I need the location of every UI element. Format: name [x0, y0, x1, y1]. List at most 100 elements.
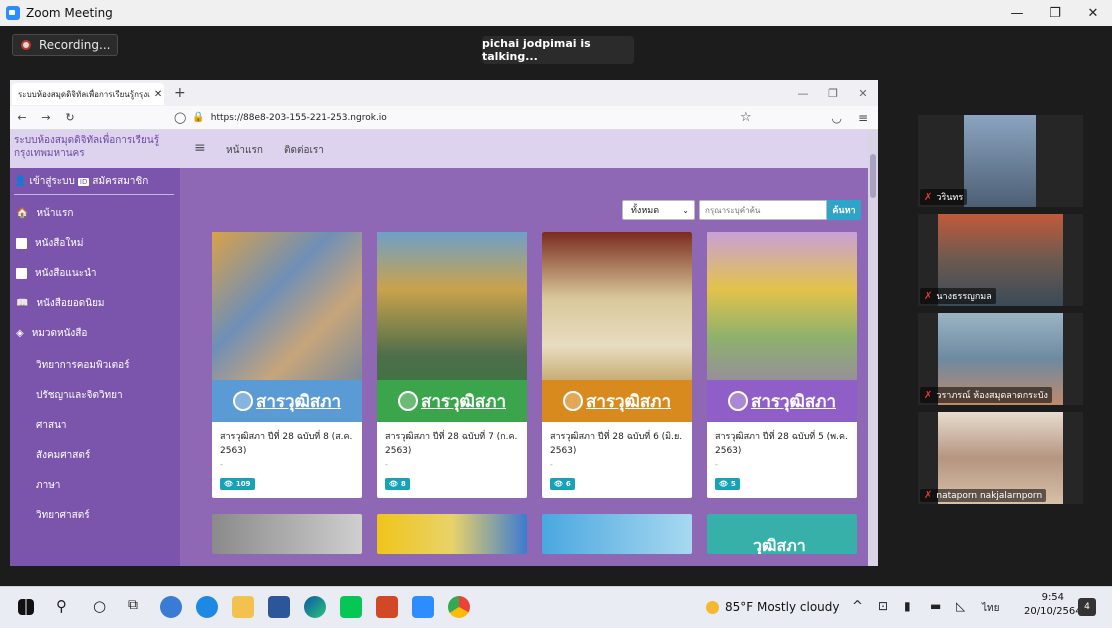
book-card[interactable]: สารวุฒิสภา สารวุฒิสภา ปีที่ 28 ฉบับที่ 8…	[212, 232, 362, 498]
clock-date: 20/10/2564	[1024, 606, 1082, 617]
book-title[interactable]: สารวุฒิสภา ปีที่ 28 ฉบับที่ 6 (มิ.ย. 256…	[550, 430, 688, 458]
book-title[interactable]: สารวุฒิสภา ปีที่ 28 ฉบับที่ 8 (ส.ค. 2563…	[220, 430, 358, 458]
participant-tile[interactable]: ✗ วรินทร	[918, 115, 1083, 207]
cortana-icon[interactable]: ○	[93, 597, 106, 615]
chrome-icon[interactable]	[448, 596, 470, 618]
restore-icon[interactable]: ❐	[1036, 0, 1074, 26]
book-card[interactable]: สารวุฒิสภา สารวุฒิสภา ปีที่ 28 ฉบับที่ 5…	[707, 232, 857, 498]
search-icon[interactable]: ⚲	[56, 597, 67, 615]
recording-label: Recording...	[39, 38, 111, 52]
browser-close-icon[interactable]: ✕	[848, 80, 878, 106]
network-icon[interactable]: ▬	[930, 599, 941, 613]
pocket-icon[interactable]: ◡	[831, 111, 841, 125]
sidebar-item-label: หนังสือยอดนิยม	[36, 298, 105, 309]
line-icon[interactable]	[340, 596, 362, 618]
participant-tile[interactable]: ✗ วราภรณ์ ห้องสมุดลาดกระบัง	[918, 313, 1083, 405]
active-speaker-banner: pichai jodpimai is talking...	[482, 36, 634, 64]
nav-contact-link[interactable]: ติดต่อเรา	[284, 143, 324, 158]
chevron-up-icon[interactable]: ^	[852, 599, 863, 614]
tray-app-icon[interactable]: ⊡	[878, 599, 888, 613]
microphone-icon[interactable]: ▮	[904, 599, 911, 613]
eye-icon: 👁	[224, 480, 233, 488]
new-tab-button[interactable]: +	[174, 85, 186, 101]
hamburger-menu-icon[interactable]: ≡	[858, 111, 868, 125]
muted-mic-icon: ✗	[924, 389, 933, 401]
category-social-science[interactable]: สังคมศาสตร์	[36, 448, 90, 463]
search-input[interactable]	[699, 200, 827, 220]
bookmark-star-icon[interactable]: ☆	[740, 110, 752, 125]
shield-icon[interactable]: ◯	[174, 111, 186, 124]
forward-icon[interactable]: →	[34, 111, 58, 124]
cover-brand-band: สารวุฒิสภา	[542, 380, 692, 422]
scrollbar-thumb[interactable]	[870, 154, 876, 198]
view-count-badge: 👁 8	[385, 478, 410, 490]
reload-icon[interactable]: ↻	[58, 111, 82, 124]
sidebar-item-categories[interactable]: ◈ หมวดหนังสือ	[16, 326, 87, 341]
sidebar: 👤 เข้าสู่ระบบ ID สมัครสมาชิก 🏠 หน้าแรก ห…	[10, 168, 180, 566]
view-count: 5	[730, 480, 736, 488]
login-link[interactable]: เข้าสู่ระบบ	[29, 174, 74, 189]
book-card-partial[interactable]	[377, 514, 527, 554]
recording-indicator[interactable]: Recording...	[12, 34, 118, 56]
volume-icon[interactable]: ◺	[956, 599, 965, 613]
view-count-badge: 👁 109	[220, 478, 255, 490]
nav-home-link[interactable]: หน้าแรก	[226, 143, 263, 158]
register-link[interactable]: สมัครสมาชิก	[92, 174, 148, 189]
browser-minimize-icon[interactable]: —	[788, 80, 818, 106]
word-icon[interactable]	[268, 596, 290, 618]
participant-tile[interactable]: ✗ นางธรรญกมล	[918, 214, 1083, 306]
back-icon[interactable]: ←	[10, 111, 34, 124]
close-icon[interactable]: ✕	[1074, 0, 1112, 26]
book-title[interactable]: สารวุฒิสภา ปีที่ 28 ฉบับที่ 7 (ก.ค. 2563…	[385, 430, 523, 458]
cover-brand-band: สารวุฒิสภา	[377, 380, 527, 422]
zoom-app-icon	[6, 6, 20, 20]
book-card-partial[interactable]: วุฒิสภา	[707, 514, 857, 554]
address-bar[interactable]: https://88e8-203-155-221-253.ngrok.io	[211, 113, 387, 123]
book-card-partial[interactable]	[542, 514, 692, 554]
powerpoint-icon[interactable]	[376, 596, 398, 618]
browser-restore-icon[interactable]: ❐	[818, 80, 848, 106]
menu-toggle-icon[interactable]: ≡	[194, 140, 206, 156]
view-count: 8	[400, 480, 406, 488]
weather-widget[interactable]: 85°F Mostly cloudy	[706, 600, 840, 614]
sidebar-item-label: หน้าแรก	[36, 208, 74, 219]
participant-name-tag: ✗ วรินทร	[920, 189, 968, 205]
notification-center-icon[interactable]: 4	[1078, 598, 1096, 616]
input-language[interactable]: ไทย	[982, 601, 999, 616]
internet-explorer-icon[interactable]	[196, 596, 218, 618]
book-author: -	[715, 460, 718, 469]
lock-icon[interactable]: 🔒	[192, 112, 204, 123]
sidebar-item-label: หมวดหนังสือ	[31, 328, 88, 339]
minimize-icon[interactable]: —	[998, 0, 1036, 26]
search-button[interactable]: ค้นหา	[827, 200, 861, 220]
edge-icon[interactable]	[304, 596, 326, 618]
category-computer-science[interactable]: วิทยาการคอมพิวเตอร์	[36, 358, 130, 373]
muted-mic-icon: ✗	[924, 290, 933, 302]
book-title[interactable]: สารวุฒิสภา ปีที่ 28 ฉบับที่ 5 (พ.ค. 2563…	[715, 430, 853, 458]
sidebar-item-popular[interactable]: 📖 หนังสือยอดนิยม	[16, 296, 105, 311]
sidebar-item-home[interactable]: 🏠 หน้าแรก	[16, 206, 73, 221]
weather-icon	[706, 600, 719, 614]
task-view-icon[interactable]: ⧉	[128, 597, 138, 613]
app-icon-1[interactable]	[160, 596, 182, 618]
file-explorer-icon[interactable]	[232, 596, 254, 618]
sidebar-item-new-books[interactable]: หนังสือใหม่	[16, 236, 84, 251]
category-philosophy[interactable]: ปรัชญาและจิตวิทยา	[36, 388, 123, 403]
page-scrollbar[interactable]	[868, 130, 878, 566]
browser-tab[interactable]: ระบบห้องสมุดดิจิทัลเพื่อการเรียนรู้กรุงเ…	[12, 83, 164, 105]
tab-close-icon[interactable]: ✕	[154, 89, 162, 100]
senate-seal-icon	[562, 391, 583, 411]
category-religion[interactable]: ศาสนา	[36, 418, 67, 433]
zoom-taskbar-icon[interactable]	[412, 596, 434, 618]
participant-tile[interactable]: ✗ nataporn nakjalarnporn	[918, 412, 1083, 504]
book-card[interactable]: สารวุฒิสภา สารวุฒิสภา ปีที่ 28 ฉบับที่ 6…	[542, 232, 692, 498]
category-science[interactable]: วิทยาศาสตร์	[36, 508, 90, 523]
category-filter-select[interactable]: ทั้งหมด ⌄	[622, 200, 695, 220]
book-card[interactable]: สารวุฒิสภา สารวุฒิสภา ปีที่ 28 ฉบับที่ 7…	[377, 232, 527, 498]
windows-start-icon[interactable]	[18, 599, 34, 615]
sidebar-item-recommended[interactable]: หนังสือแนะนำ	[16, 266, 97, 281]
category-language[interactable]: ภาษา	[36, 478, 60, 493]
clock[interactable]: 9:54 20/10/2564	[1024, 591, 1082, 619]
book-card-partial[interactable]	[212, 514, 362, 554]
site-title[interactable]: ระบบห้องสมุดดิจิทัลเพื่อการเรียนรู้ กรุง…	[14, 134, 180, 160]
